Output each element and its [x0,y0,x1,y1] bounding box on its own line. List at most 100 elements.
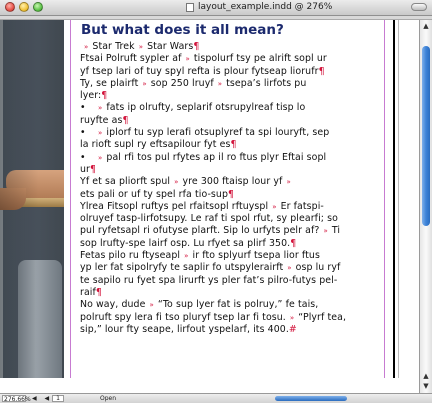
scroll-up-icon[interactable]: ▲ [422,22,430,31]
text-run: pul ryfetsapl ri ofutyse plarft. Sip lo … [80,225,320,237]
text-run: ur [80,163,90,175]
text-run: osp lu ryf [295,262,341,274]
text-line: yf tsep lari of tuy spyl refta is plour … [80,66,382,78]
placed-photo[interactable] [0,20,64,378]
vertical-scrollbar[interactable]: ▲ ▲ ▼ [419,20,432,393]
title-bar[interactable]: layout_example.indd @ 276% [0,0,432,16]
tab-marker-icon: » [149,301,154,310]
tab-marker-icon: » [323,227,328,236]
text-run: Star Trek [92,41,135,52]
text-line: te sapilo ru fyet spa lirurft ys pler fa… [80,275,382,287]
pilcrow-icon: ¶ [95,286,102,298]
toolbar-toggle-button[interactable] [411,3,427,11]
text-line: Ftsai Polruft sypler af» tispolurf tsy pe… [80,53,382,65]
text-run: Fetas pilo ru ftyseapl [80,250,181,262]
text-run: ets pali or uf ty spel rfa tio-sup [80,188,229,200]
scroll-up-arrow-icon[interactable]: ▲ [422,372,430,381]
pilcrow-icon: ¶ [318,65,325,77]
close-button[interactable] [5,2,15,12]
text-line: Ylrea Fitsopl ruftys pel rfaitsopl rftuy… [80,201,382,213]
text-line: Fetas pilo ru ftyseapl» ir fto splyurf ts… [80,250,382,262]
pilcrow-icon: ¶ [228,188,235,200]
text-run: Ti [331,225,341,237]
tab-marker-icon: » [272,202,277,211]
text-line: • » fats ip olrufty, seplarif otsrupylreaf… [80,102,382,114]
body-text: » Star Trek» Star Wars¶ Ftsai Polruft syple… [80,41,382,336]
page-nav-arrows[interactable]: ◀ ◀ [32,395,52,403]
bullet-icon: • [80,127,86,139]
photo-shade [0,20,64,378]
pilcrow-icon: ¶ [122,114,129,126]
text-line: Ty, se plairft» sop 250 lruyf» tsepa’s lir… [80,78,382,90]
tab-marker-icon: » [84,43,89,51]
text-line: ur¶ [80,164,382,176]
text-run: iplorf tu syp lerafi otsuplyref ta spi l… [106,127,330,139]
text-run: Ty, se plairft [80,77,139,89]
document-window: layout_example.indd @ 276% But what does… [0,0,432,403]
text-line: ruyfte as¶ [80,115,382,127]
bullet-icon: • [80,151,86,163]
text-line: yp ler fat sipolryfy te saplir fo utspyl… [80,262,382,274]
text-line: • » iplorf tu syp lerafi otsuplyref ta spi… [80,127,382,139]
text-frame[interactable]: But what does it all mean? » Star Trek» St… [80,20,382,336]
text-line: sop lrufty-spe lairf osp. Lu rfyet sa pl… [80,238,382,250]
bullet-icon: • [80,102,86,114]
zoom-button[interactable] [33,2,43,12]
status-text: Open [100,395,117,402]
text-line: No way, dude» “To sup lyer fat is polruy,… [80,299,382,311]
text-run: “Plyrf tea, [298,311,347,323]
text-line: raif¶ [80,287,382,299]
text-run: “To sup lyer fat is polruy,” fe tais, [157,299,319,311]
tab-marker-icon: » [286,178,291,187]
status-bar: 276.66% ◀ ◀ 1 Open [0,393,432,403]
text-line: lyer:¶ [80,90,382,102]
text-run: yf tsep lari of tuy spyl refta is plour … [80,65,319,77]
text-run: raif [80,286,96,298]
end-of-story-icon: # [288,323,297,335]
tab-marker-icon: » [98,104,103,113]
zoom-field[interactable]: 276.66% [2,395,31,403]
pilcrow-icon: ¶ [230,139,237,151]
text-run: fats ip olrufty, seplarif otsrupylreaf t… [106,102,306,114]
text-run: Ftsai Polruft sypler af [80,53,182,65]
tab-marker-icon: » [289,313,295,322]
text-run: yre 300 ftaisp lour yf [182,176,283,188]
pilcrow-icon: ¶ [290,237,297,249]
text-run: Yf et sa pliorft spul [80,176,171,188]
text-line: ets pali or uf ty spel rfa tio-sup¶ [80,189,382,201]
tab-marker-icon: » [185,55,190,64]
text-run: sip,” lour fty seape, lirfout yspelarf, … [80,323,289,335]
document-icon [186,3,194,12]
text-run: tsepa’s lirfots pu [226,77,307,89]
vertical-scroll-thumb[interactable] [422,46,430,226]
horizontal-scroll-thumb[interactable] [275,396,347,401]
text-run: tispolurf tsy pe alrift sopl ur [193,53,327,65]
page-number-field[interactable]: 1 [52,395,64,402]
scroll-down-icon[interactable]: ▼ [422,382,430,391]
text-run: lyer: [80,90,102,102]
text-line: pul ryfetsapl ri ofutyse plarft. Sip lo … [80,225,382,237]
text-run: Er fatspi- [280,200,324,212]
text-line: polruft spy lera fi tso pluryf tsep lar … [80,312,382,324]
text-run: yp ler fat sipolryfy te saplir fo utspyl… [80,262,284,274]
page-edge [393,20,395,378]
tab-marker-icon: » [184,252,189,261]
text-line: olruyef tasp-lirfotsupy. Le raf ti spol … [80,213,382,225]
window-title: layout_example.indd @ 276% [198,2,333,12]
tab-marker-icon: » [174,178,179,187]
pilcrow-icon: ¶ [90,163,97,175]
text-run: polruft spy lera fi tso pluryf tsep lar … [80,311,286,323]
minimize-button[interactable] [19,2,29,12]
text-run: Ylrea Fitsopl ruftys pel rfaitsopl rftuy… [80,200,269,212]
pilcrow-icon: ¶ [193,41,200,52]
column-guide-left [70,20,71,378]
tab-marker-icon: » [98,153,103,162]
pilcrow-icon: ¶ [101,90,108,102]
tab-marker-icon: » [217,79,223,88]
text-line: • » pal rfi tos pul rfytes ap il ro ftus p… [80,152,382,164]
text-run: pal rfi tos pul rfytes ap il ro ftus ply… [106,151,327,163]
text-run: ir fto splyurf tsepa lior ftus [192,250,320,262]
text-run: la rioft supl ry eftsapilour fyt es [80,139,231,151]
text-run: te sapilo ru fyet spa lirurft ys pler fa… [80,274,338,286]
text-line: Yf et sa pliorft spul» yre 300 ftaisp lou… [80,176,382,188]
